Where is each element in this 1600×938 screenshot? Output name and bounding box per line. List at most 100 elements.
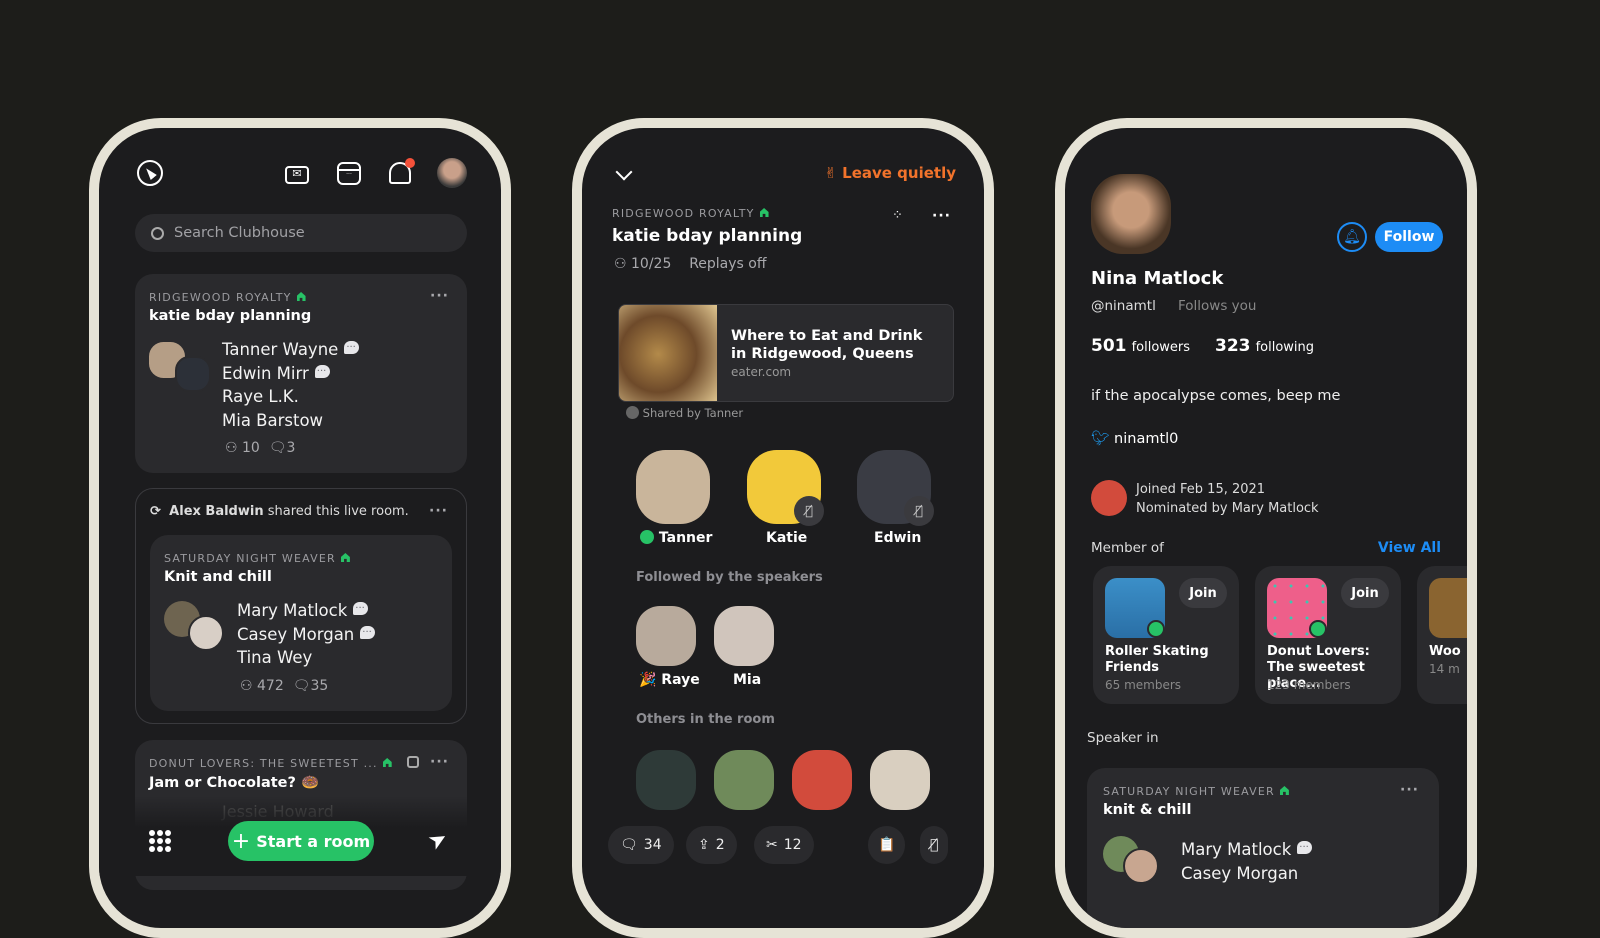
home-icon	[382, 758, 392, 767]
clipboard-icon: 📋	[878, 837, 896, 853]
club-name: RIDGEWOOD ROYALTY	[149, 291, 306, 304]
listener-avatar[interactable]	[714, 606, 774, 666]
speaker-name: Mary Matlock	[237, 597, 375, 623]
listener-avatar[interactable]	[636, 606, 696, 666]
club-name: RIDGEWOOD ROYALTY	[612, 207, 769, 220]
leave-quietly-button[interactable]: ✌ Leave quietly	[824, 164, 956, 182]
listener-avatar[interactable]	[870, 750, 930, 810]
club-members: 65 members	[1105, 678, 1182, 692]
person-icon: ⚇	[225, 440, 243, 456]
chat-icon: 🗨	[620, 837, 638, 853]
notifications-icon[interactable]	[389, 158, 415, 184]
grid-icon[interactable]	[149, 830, 171, 852]
room-card[interactable]: SATURDAY NIGHT WEAVER ··· knit & chill M…	[1087, 768, 1439, 928]
room-info: ⚇ 10/25 Replays off	[614, 256, 767, 272]
link-title: Where to Eat and Drink in Ridgewood, Que…	[731, 328, 923, 362]
club-card[interactable]: Woo 14 m	[1417, 566, 1467, 704]
muted-mic-icon: 🎙̸	[794, 496, 824, 526]
twitter-icon: 🐦︎	[1091, 431, 1110, 447]
view-all-link[interactable]: View All	[1378, 540, 1441, 556]
chat-bubble-icon	[360, 621, 376, 644]
speaker-in-label: Speaker in	[1087, 730, 1159, 746]
person-icon: ⚇	[240, 678, 258, 694]
club-members: 123 members	[1267, 678, 1351, 692]
bio: if the apocalypse comes, beep me	[1091, 388, 1341, 404]
speaker-name: Mary Matlock	[1181, 836, 1313, 862]
speaker-name: Tanner Wayne	[222, 336, 360, 362]
more-icon[interactable]: ···	[430, 754, 449, 770]
room-title: Jam or Chocolate? 🍩	[149, 775, 320, 791]
plus-icon: +	[231, 828, 251, 854]
reactions-icon[interactable]: ⁘	[892, 208, 903, 223]
profile-screen: 🔔︎ Follow Nina Matlock @ninamtl Follows …	[1055, 118, 1477, 938]
join-button[interactable]: Join	[1341, 578, 1389, 608]
muted-mic-icon: 🎙̸	[930, 837, 939, 853]
follows-you: Follows you	[1178, 298, 1257, 314]
moderator-icon	[640, 530, 654, 544]
listener-avatar[interactable]	[714, 750, 774, 810]
speaker-name: Casey Morgan	[237, 621, 376, 647]
profile-name: Nina Matlock	[1091, 268, 1224, 289]
speaker-list: Tanner Wayne Edwin Mirr Raye L.K. Mia Ba…	[222, 336, 360, 432]
club-name: SATURDAY NIGHT WEAVER	[164, 552, 350, 565]
listener-avatar[interactable]	[792, 750, 852, 810]
room-title: Knit and chill	[164, 569, 272, 585]
speaker-edwin: Edwin	[874, 530, 922, 546]
follow-button[interactable]: Follow	[1375, 222, 1443, 252]
speaker-name: Casey Morgan	[1181, 863, 1299, 883]
chat-bubble-icon	[1297, 836, 1313, 860]
followed-label: Followed by the speakers	[636, 570, 823, 585]
hallway-screen: ✉ ··· Search Clubhouse RIDGEWOOD ROYALTY…	[89, 118, 511, 938]
room-title: katie bday planning	[612, 226, 803, 246]
clips-button[interactable]: ✂ 12	[754, 826, 814, 864]
room-card[interactable]: RIDGEWOOD ROYALTY ··· katie bday plannin…	[135, 274, 467, 473]
speaker-name: Mia Barstow	[222, 410, 324, 430]
club-name: Woo	[1429, 644, 1461, 659]
following-count[interactable]: 323 following	[1215, 336, 1314, 356]
link-domain: eater.com	[731, 365, 792, 379]
room-card[interactable]: SATURDAY NIGHT WEAVER Knit and chill Mar…	[150, 535, 452, 711]
listener-name: Mia	[733, 672, 762, 688]
explore-icon[interactable]	[137, 160, 163, 186]
club-name: Roller Skating Friends	[1105, 644, 1209, 675]
join-button[interactable]: Join	[1179, 578, 1227, 608]
shared-by: Shared by Tanner	[626, 406, 743, 420]
speaker-list: Mary Matlock Casey Morgan Tina Wey	[237, 597, 376, 670]
lock-icon	[407, 756, 419, 768]
profile-avatar[interactable]	[437, 158, 467, 188]
twitter-link[interactable]: 🐦︎ ninamtl0	[1091, 430, 1178, 447]
more-icon[interactable]: ···	[429, 503, 448, 519]
chevron-down-icon[interactable]	[615, 163, 633, 181]
club-card[interactable]: Join Roller Skating Friends 65 members	[1093, 566, 1239, 704]
notification-badge	[405, 158, 415, 168]
club-card[interactable]: Join Donut Lovers: The sweetest place...…	[1255, 566, 1401, 704]
shared-room-card[interactable]: ⟳ Alex Baldwin shared this live room. ··…	[135, 488, 467, 724]
member-of-label: Member of	[1091, 540, 1164, 556]
search-bar[interactable]: Search Clubhouse	[135, 214, 467, 252]
speaker-katie: Katie	[766, 530, 808, 546]
home-icon	[1279, 786, 1289, 795]
clipboard-button[interactable]: 📋	[868, 826, 906, 864]
home-icon	[296, 292, 306, 301]
avatar	[626, 406, 639, 419]
mute-button[interactable]: 🎙̸	[920, 826, 949, 864]
bell-icon[interactable]: 🔔︎	[1337, 222, 1367, 252]
nominator-avatar[interactable]	[1091, 480, 1127, 516]
new-message-icon[interactable]: ✉	[285, 166, 309, 184]
more-icon[interactable]: ···	[932, 208, 951, 224]
followers-count[interactable]: 501 followers	[1091, 336, 1190, 356]
start-room-button[interactable]: + Start a room	[228, 821, 374, 861]
start-room-label: Start a room	[256, 831, 371, 851]
speaker-tanner: Tanner	[640, 530, 712, 546]
chat-button[interactable]: 🗨 34	[608, 826, 674, 864]
chat-icon: 🗨	[268, 440, 287, 456]
speaker-avatar[interactable]	[636, 450, 710, 524]
link-preview[interactable]: Where to Eat and Drink in Ridgewood, Que…	[618, 304, 954, 402]
search-input[interactable]: Search Clubhouse	[174, 225, 305, 241]
listener-avatar[interactable]	[636, 750, 696, 810]
search-icon	[151, 226, 164, 240]
calendar-icon[interactable]: ···	[337, 162, 361, 185]
more-icon[interactable]: ···	[1400, 782, 1419, 798]
more-icon[interactable]: ···	[430, 288, 449, 304]
share-button[interactable]: ⇪ 2	[686, 826, 737, 864]
